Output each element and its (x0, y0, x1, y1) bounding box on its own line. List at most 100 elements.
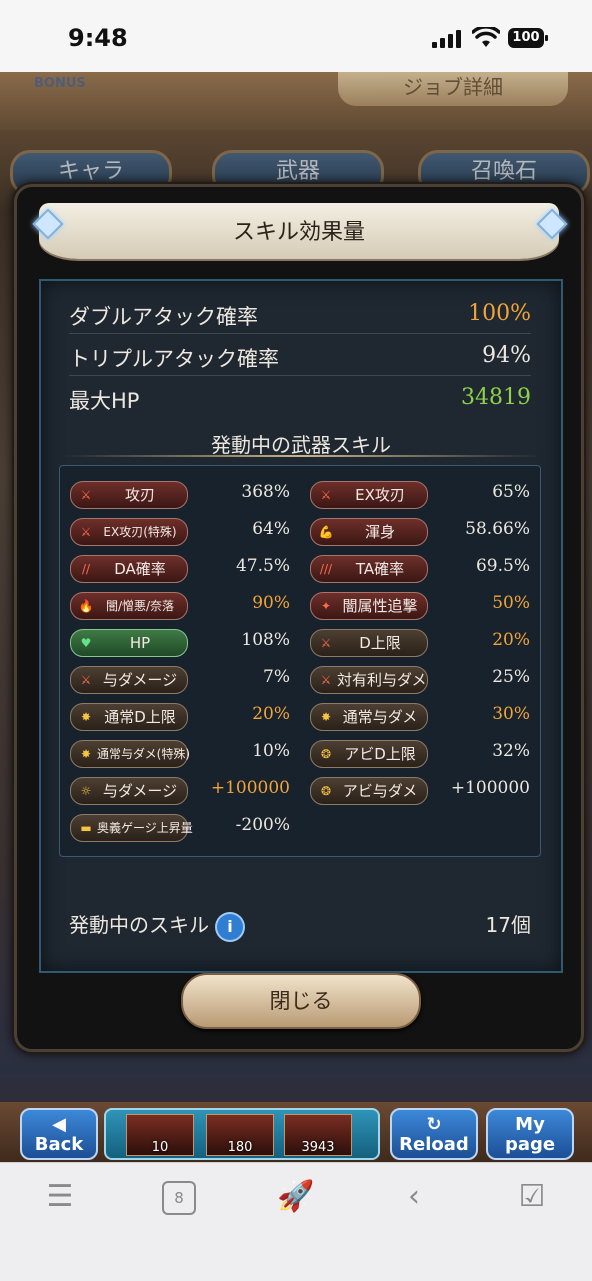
weapon-skill-row: ✸ 通常与ダメ(特殊) 10% (60, 737, 290, 769)
skill-badge: 🔥 闇/憎悪/奈落 (70, 592, 188, 620)
skill-name: 通常与ダメ (342, 708, 418, 726)
triple-slash-icon: /// (319, 562, 333, 576)
info-icon[interactable]: i (217, 913, 243, 940)
item-count: 180 (227, 1140, 253, 1155)
skill-name: 闇/憎悪/奈落 (105, 599, 175, 613)
gauge-icon: ▬ (80, 821, 92, 835)
reload-icon: ↻ (426, 1114, 442, 1135)
mypage-button[interactable]: My page (486, 1108, 574, 1160)
skill-value: 7% (263, 667, 290, 687)
burst-icon: ✸ (80, 747, 92, 761)
item-slot[interactable]: 10 (126, 1114, 194, 1156)
stat-triple-attack: トリプルアタック確率 94% (69, 335, 531, 376)
sun-icon: ☼ (80, 784, 92, 798)
divider (61, 455, 541, 457)
skill-badge: ☼ 与ダメージ (70, 777, 188, 805)
skill-badge: ✸ 通常D上限 (70, 703, 188, 731)
skill-name: EX攻刃(特殊) (103, 525, 177, 539)
skill-name: 奥義ゲージ上昇量 (97, 821, 193, 835)
skill-name: 通常与ダメ(特殊) (97, 747, 191, 761)
back-chevron-icon[interactable]: ‹ (394, 1177, 434, 1217)
weapon-skills-panel: ⚔ 攻刃 368% ⚔ EX攻刃(特殊) 64% // DA確率 47.5% 🔥 闇/憎悪/奈落 90… (59, 465, 541, 857)
item-count: 3943 (301, 1140, 335, 1155)
reload-label: Reload (399, 1134, 469, 1155)
skill-name: 与ダメージ (102, 671, 178, 689)
skill-value: -200% (235, 815, 290, 835)
skill-badge: ♥ HP (70, 629, 188, 657)
game-viewport: BONUS ジョブ詳細 キャラ 武器 召喚石 スキル効果量 ダブルアタック確率 … (0, 72, 592, 1162)
skill-badge: ✦ 闇属性追撃 (310, 592, 428, 620)
skill-value: 20% (492, 630, 530, 650)
skill-name: DA確率 (114, 560, 166, 578)
weapon-skill-row: 💪 渾身 58.66% (300, 515, 530, 547)
dialog-title: スキル効果量 (232, 220, 365, 245)
weapon-skills-heading: 発動中の武器スキル (211, 433, 391, 457)
menu-icon[interactable]: ☰ (40, 1177, 80, 1217)
skill-value: 25% (492, 667, 530, 687)
skill-value: 58.66% (465, 519, 530, 539)
skill-value: +100000 (210, 778, 290, 798)
weapon-skill-row: ✦ 闇属性追撃 50% (300, 589, 530, 621)
mypage-label-line1: My (515, 1114, 545, 1135)
skill-name: 闇属性追撃 (342, 597, 418, 615)
skill-name: D上限 (359, 634, 401, 652)
weapon-skill-row: ▬ 奥義ゲージ上昇量 -200% (60, 811, 290, 843)
skill-name: 通常D上限 (104, 708, 176, 726)
back-button[interactable]: ◀ Back (20, 1108, 98, 1160)
heart-icon: ♥ (80, 636, 92, 650)
dialog-header: スキル効果量 (39, 203, 559, 259)
skill-name: 与ダメージ (102, 782, 178, 800)
skill-value: 69.5% (475, 556, 530, 576)
stat-label: トリプルアタック確率 (69, 347, 279, 371)
skill-name: TA確率 (355, 560, 405, 578)
checkbox-icon[interactable]: ☑ (512, 1177, 552, 1217)
back-arrow-icon: ◀ (52, 1114, 66, 1135)
clock: 9:48 (68, 24, 128, 52)
strike-icon: ✦ (320, 599, 332, 613)
weapon-skill-row: ⚔ 攻刃 368% (60, 478, 290, 510)
weapon-skill-row: 🔥 闇/憎悪/奈落 90% (60, 589, 290, 621)
skill-badge: ⚔ 対有利与ダメ (310, 666, 428, 694)
skill-value: 50% (492, 593, 530, 613)
item-count: 10 (151, 1140, 169, 1155)
weapon-skill-row: ⚔ EX攻刃(特殊) 64% (60, 515, 290, 547)
weapon-skill-row: // DA確率 47.5% (60, 552, 290, 584)
browser-toolbar: ☰ 8 🚀 ‹ ☑ (0, 1162, 592, 1281)
battery-icon: 100 (508, 28, 548, 48)
item-slot[interactable]: 3943 (284, 1114, 352, 1156)
stat-double-attack: ダブルアタック確率 100% (69, 293, 531, 334)
item-bar: 10 180 3943 (104, 1108, 380, 1160)
reload-button[interactable]: ↻ Reload (390, 1108, 478, 1160)
skill-badge: ⚔ D上限 (310, 629, 428, 657)
cellular-signal-icon (432, 30, 464, 48)
skill-value: 32% (492, 741, 530, 761)
weapon-skill-row: ⚔ D上限 20% (300, 626, 530, 658)
skill-name: 対有利与ダメ (337, 671, 427, 689)
bonus-label: BONUS (34, 76, 86, 91)
skill-badge: ❂ アビD上限 (310, 740, 428, 768)
weapon-skill-row: ♥ HP 108% (60, 626, 290, 658)
close-button[interactable]: 閉じる (181, 973, 421, 1029)
tabs-button[interactable]: 8 (162, 1181, 196, 1215)
sword-icon: ⚔ (80, 673, 92, 687)
sword-icon: ⚔ (80, 525, 92, 539)
weapon-skill-row: ✸ 通常D上限 20% (60, 700, 290, 732)
skill-value: +100000 (450, 778, 530, 798)
skill-badge: /// TA確率 (310, 555, 428, 583)
skill-badge: ⚔ EX攻刃 (310, 481, 428, 509)
mypage-label-line2: page (504, 1134, 556, 1155)
skill-badge: ▬ 奥義ゲージ上昇量 (70, 814, 193, 842)
sword-icon: ⚔ (80, 488, 92, 502)
skill-badge: ✸ 通常与ダメ (310, 703, 428, 731)
weapon-skill-row: ❂ アビD上限 32% (300, 737, 530, 769)
rocket-icon[interactable]: 🚀 (276, 1177, 316, 1217)
skill-value: 10% (252, 741, 290, 761)
skill-value: 108% (241, 630, 290, 650)
skill-value: 65% (492, 482, 530, 502)
skill-badge: ✸ 通常与ダメ(特殊) (70, 740, 191, 768)
job-detail-button[interactable]: ジョブ詳細 (338, 72, 568, 106)
weapon-skill-row: ✸ 通常与ダメ 30% (300, 700, 530, 732)
sword-icon: ⚔ (320, 673, 332, 687)
skill-name: アビD上限 (344, 745, 416, 763)
item-slot[interactable]: 180 (206, 1114, 274, 1156)
